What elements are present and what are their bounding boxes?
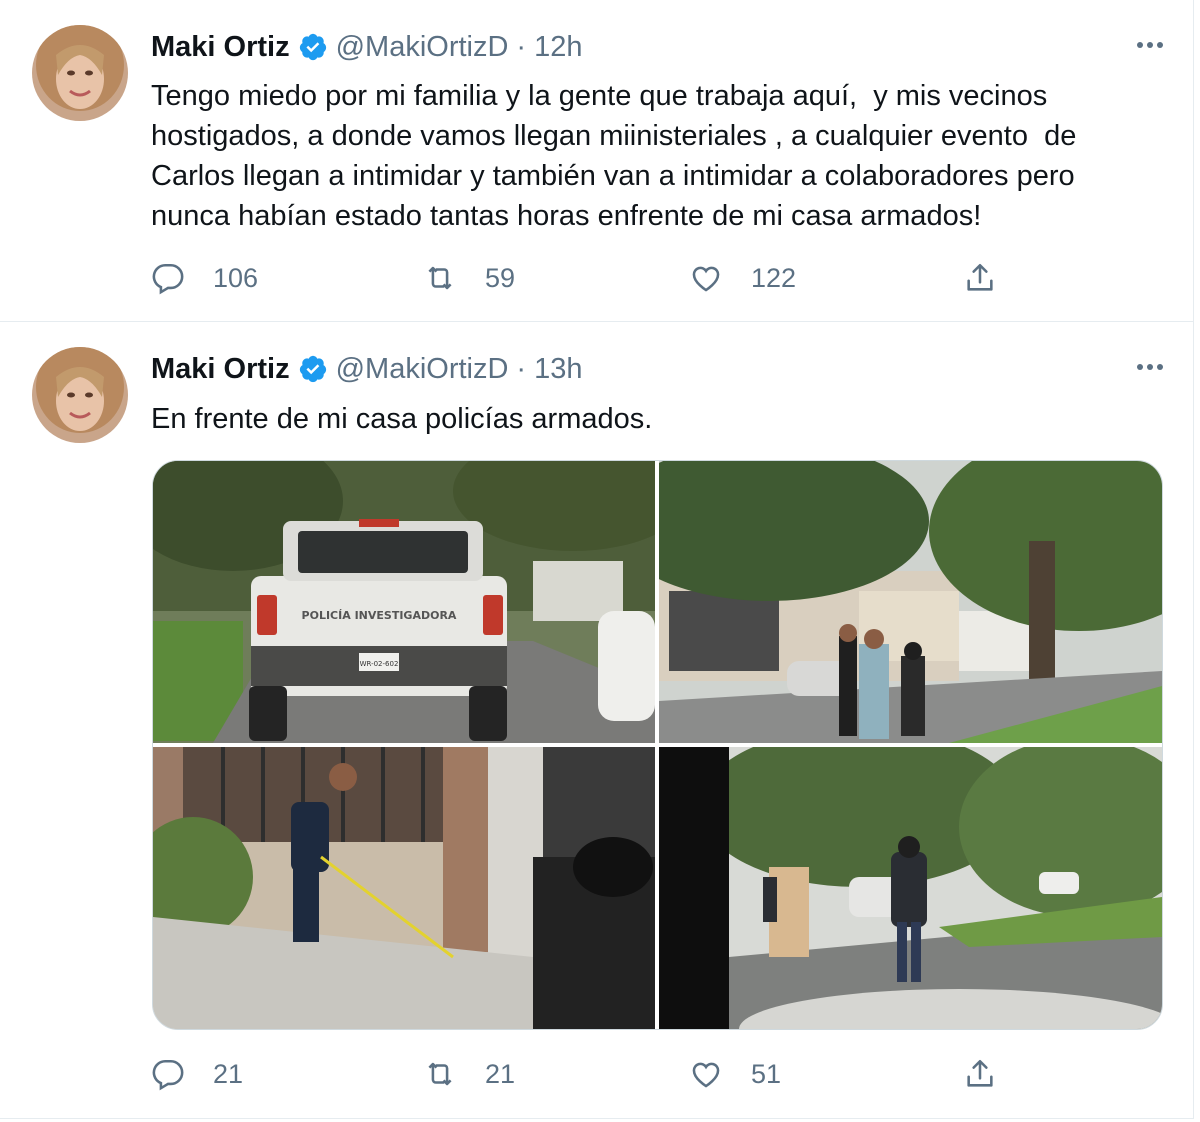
vehicle-text: POLICÍA INVESTIGADORA (302, 609, 457, 622)
retweet-count: 59 (485, 262, 516, 293)
reply-icon (152, 263, 184, 295)
reply-count: 21 (213, 1058, 244, 1089)
share-icon (967, 1059, 993, 1087)
avatar[interactable] (32, 25, 128, 121)
tweet[interactable]: Maki Ortiz @MakiOrtizD · 12h Tengo miedo… (0, 0, 1194, 322)
author-handle[interactable]: @MakiOrtizD (336, 353, 509, 386)
photo-man-measuring[interactable] (153, 747, 655, 1029)
author-name[interactable]: Maki Ortiz (151, 353, 290, 386)
reply-icon (152, 1059, 184, 1091)
timestamp[interactable]: 12h (534, 31, 582, 64)
like-count: 51 (751, 1058, 782, 1089)
more-options-icon[interactable] (1133, 350, 1167, 384)
author-name[interactable]: Maki Ortiz (151, 31, 290, 64)
heart-icon (692, 266, 720, 292)
retweet-icon (428, 1062, 452, 1086)
timestamp[interactable]: 13h (534, 353, 582, 386)
verified-badge-icon (298, 32, 328, 62)
separator: · (516, 30, 527, 63)
photo-grid: POLICÍA INVESTIGADORA WR-02-602 (152, 460, 1163, 1030)
reply-count: 106 (213, 262, 259, 293)
avatar[interactable] (32, 347, 128, 443)
retweet-count: 21 (485, 1058, 516, 1089)
like-count: 122 (751, 262, 797, 293)
retweet-button[interactable]: 59 (423, 256, 515, 300)
photo-police-truck[interactable]: POLICÍA INVESTIGADORA WR-02-602 (153, 461, 655, 743)
plate-text: WR-02-602 (360, 660, 399, 668)
share-icon (967, 263, 993, 291)
tweet-actions: 106 59 122 (151, 256, 1031, 300)
verified-badge-icon (298, 354, 328, 384)
photo-officer-street[interactable] (659, 747, 1162, 1029)
retweet-button[interactable]: 21 (423, 1052, 515, 1096)
tweet[interactable]: Maki Ortiz @MakiOrtizD · 13h En frente d… (0, 322, 1194, 1119)
share-button[interactable] (963, 1052, 997, 1096)
tweet-text: Tengo miedo por mi familia y la gente qu… (151, 80, 1077, 232)
photo-street-officers[interactable] (659, 461, 1162, 743)
tweet-text: En frente de mi casa policías armados. (151, 403, 653, 435)
like-button[interactable]: 51 (689, 1052, 781, 1096)
separator: · (516, 352, 527, 385)
retweet-icon (428, 266, 452, 290)
heart-icon (692, 1062, 720, 1088)
share-button[interactable] (963, 256, 997, 300)
author-handle[interactable]: @MakiOrtizD (336, 31, 509, 64)
more-options-icon[interactable] (1133, 28, 1167, 62)
reply-button[interactable]: 106 (151, 256, 258, 300)
like-button[interactable]: 122 (689, 256, 796, 300)
tweet-actions: 21 21 51 (151, 1052, 1031, 1096)
reply-button[interactable]: 21 (151, 1052, 243, 1096)
